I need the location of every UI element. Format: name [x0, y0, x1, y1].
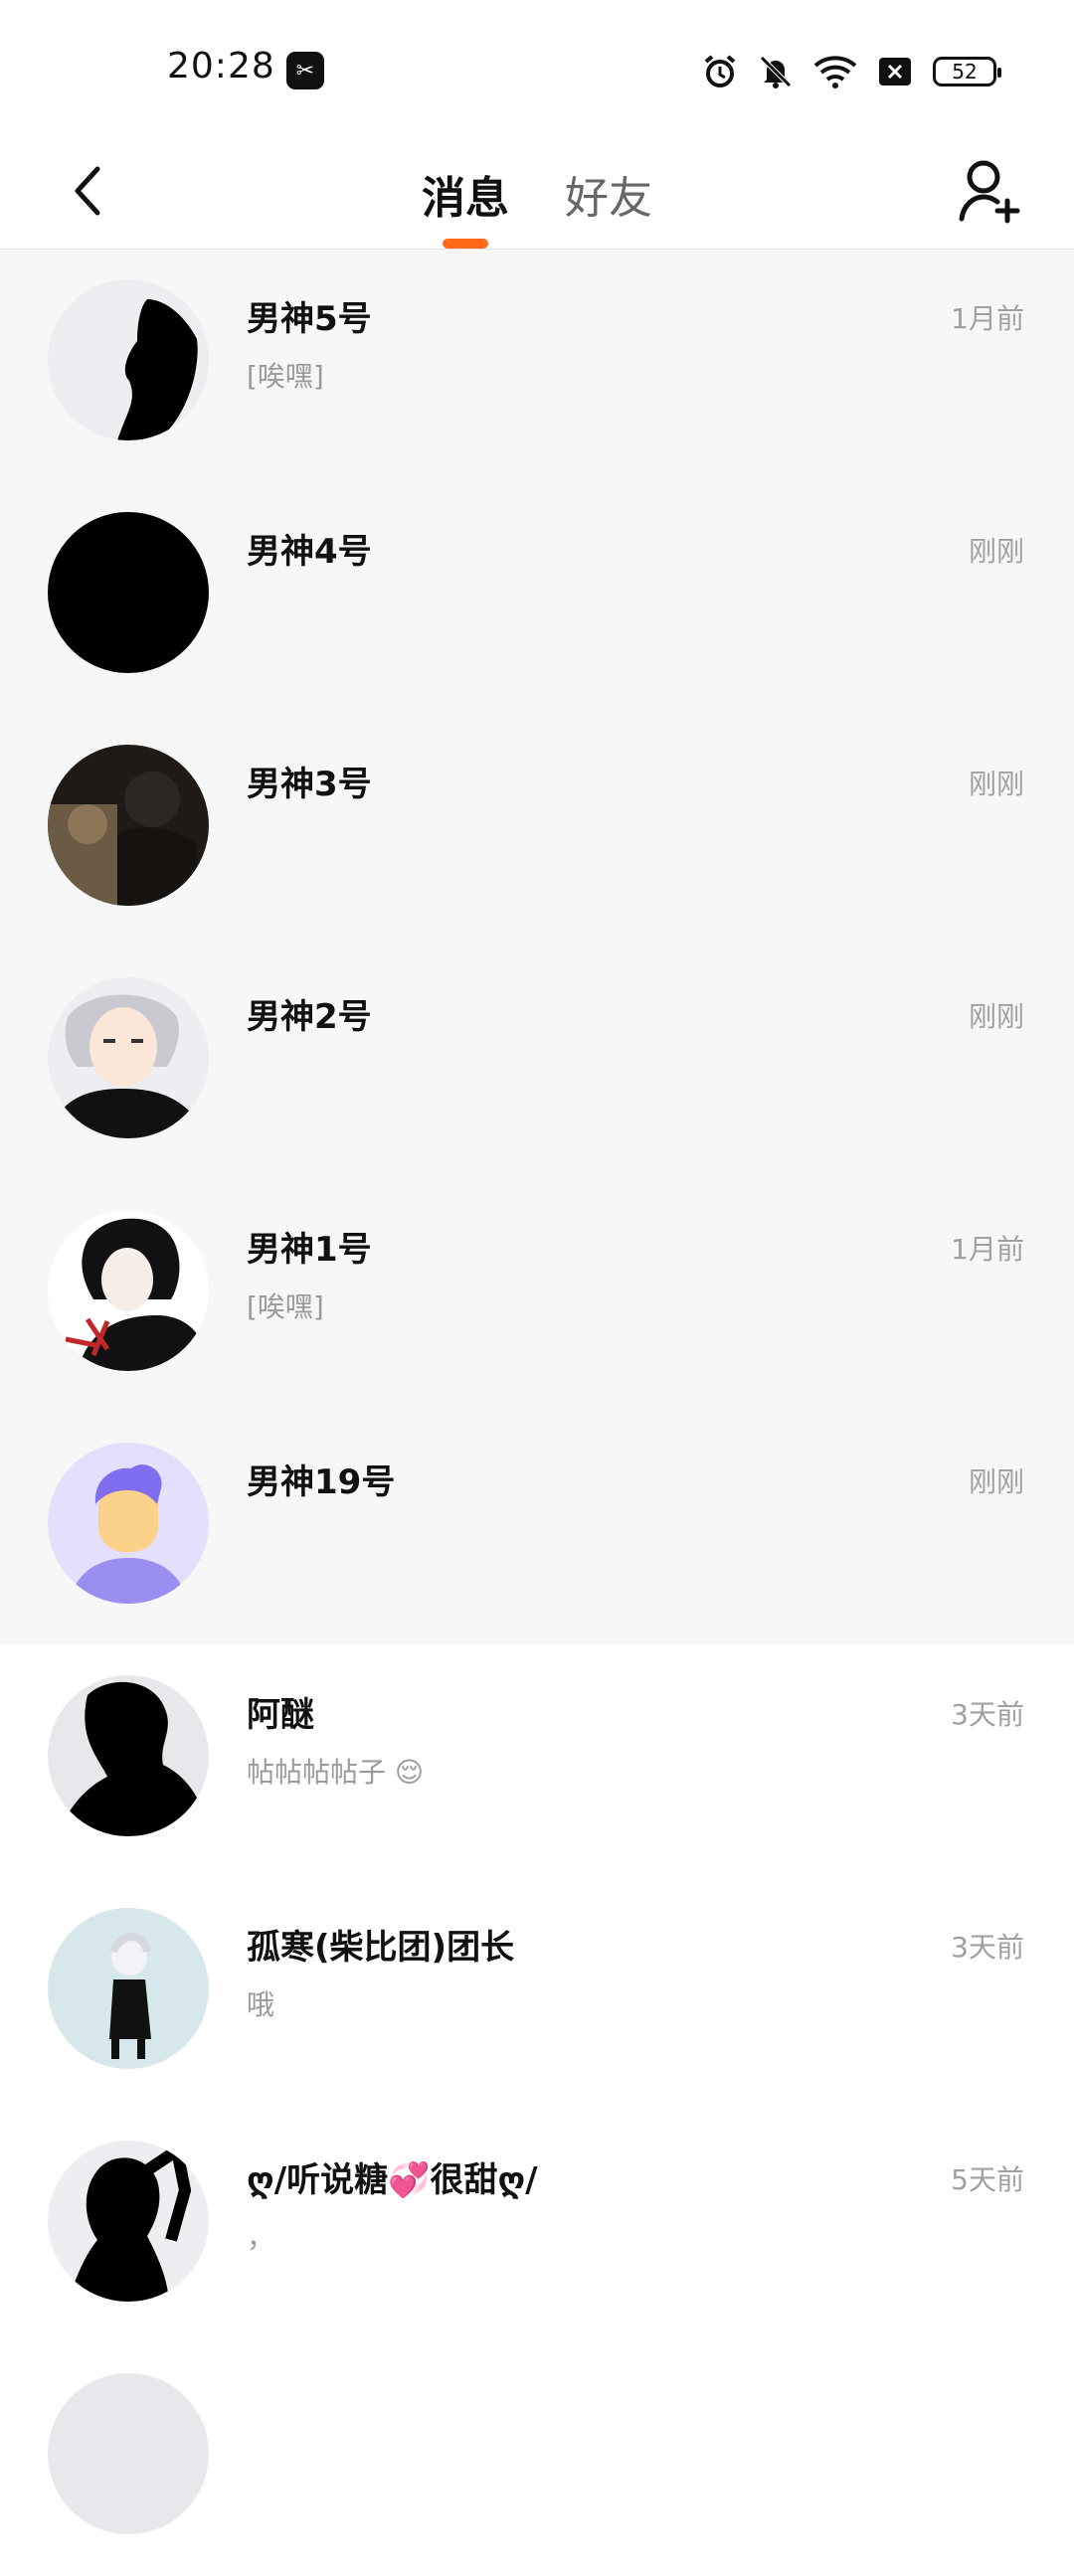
contact-name: 男神5号 — [247, 299, 372, 339]
status-icons: 52 — [702, 52, 1001, 91]
conversation-item[interactable]: 孤寒(柴比团)团长 哦 3天前 — [0, 1878, 1074, 2111]
top-nav: 消息 好友 — [0, 139, 1074, 250]
tab-friends[interactable]: 好友 — [565, 139, 652, 249]
status-time: 20:28 — [167, 46, 275, 86]
sim-off-icon — [877, 54, 913, 89]
conversation-item[interactable]: 男神5号 [唉嘿] 1月前 — [0, 250, 1074, 482]
status-bar: 20:28 ✂ 52 — [0, 0, 1074, 139]
message-time: 1月前 — [951, 302, 1024, 335]
message-time: 刚刚 — [968, 1000, 1024, 1033]
avatar[interactable] — [48, 977, 209, 1138]
conversation-item[interactable]: ღ/听说糖💞很甜ღ/ ， 5天前 — [0, 2111, 1074, 2343]
avatar[interactable] — [48, 2141, 209, 2302]
tab-bar: 消息 好友 — [0, 139, 1074, 249]
message-preview: 帖帖帖帖子 😌 — [247, 1756, 425, 1789]
message-preview: ， — [247, 2221, 275, 2254]
conversation-item-partial[interactable] — [0, 2343, 1074, 2576]
default-avatar[interactable] — [48, 1443, 209, 1604]
message-time: 1月前 — [951, 1233, 1024, 1266]
tab-friends-label: 好友 — [565, 173, 652, 224]
contact-name: 男神3号 — [247, 765, 372, 804]
conversation-item[interactable]: 男神4号 刚刚 — [0, 482, 1074, 715]
tab-messages[interactable]: 消息 — [422, 139, 509, 249]
message-preview: 哦 — [247, 1988, 275, 2021]
contact-name: 男神1号 — [247, 1230, 372, 1270]
conversation-list: 男神5号 [唉嘿] 1月前 男神4号 刚刚 男神3号 刚刚 男神2号 刚刚 男神… — [0, 250, 1074, 2576]
mute-icon — [758, 54, 794, 89]
contact-name: 孤寒(柴比团)团长 — [247, 1928, 515, 1968]
contact-name: 阿醚 — [247, 1695, 314, 1735]
message-time: 5天前 — [951, 2163, 1024, 2196]
add-user-icon — [959, 160, 1020, 224]
message-time: 刚刚 — [968, 1465, 1024, 1498]
avatar[interactable] — [48, 1210, 209, 1371]
add-friend-button[interactable] — [945, 147, 1034, 237]
contact-name: ღ/听说糖💞很甜ღ/ — [247, 2160, 538, 2200]
message-time: 刚刚 — [968, 768, 1024, 800]
conversation-item[interactable]: 男神2号 刚刚 — [0, 947, 1074, 1180]
battery-level: 52 — [952, 60, 978, 84]
contact-name: 男神2号 — [247, 997, 372, 1037]
conversation-item[interactable]: 男神19号 刚刚 — [0, 1413, 1074, 1645]
battery-icon: 52 — [933, 57, 1001, 86]
capcut-app-icon: ✂ — [286, 52, 324, 89]
message-preview: [唉嘿] — [247, 360, 324, 393]
conversation-item[interactable]: 男神1号 [唉嘿] 1月前 — [0, 1180, 1074, 1413]
conversation-item[interactable]: 男神3号 刚刚 — [0, 715, 1074, 947]
avatar[interactable] — [48, 2373, 209, 2534]
avatar[interactable] — [48, 279, 209, 440]
message-time: 3天前 — [951, 1698, 1024, 1731]
avatar[interactable] — [48, 745, 209, 906]
message-preview: [唉嘿] — [247, 1290, 324, 1323]
avatar[interactable] — [48, 512, 209, 673]
avatar[interactable] — [48, 1908, 209, 2069]
message-time: 刚刚 — [968, 535, 1024, 568]
tab-messages-label: 消息 — [422, 173, 509, 224]
avatar[interactable] — [48, 1675, 209, 1836]
active-tab-indicator — [443, 239, 488, 249]
contact-name: 男神19号 — [247, 1462, 396, 1502]
alarm-icon — [702, 54, 738, 89]
contact-name: 男神4号 — [247, 532, 372, 572]
wifi-icon — [813, 54, 857, 89]
message-time: 3天前 — [951, 1931, 1024, 1964]
conversation-item[interactable]: 阿醚 帖帖帖帖子 😌 3天前 — [0, 1645, 1074, 1878]
